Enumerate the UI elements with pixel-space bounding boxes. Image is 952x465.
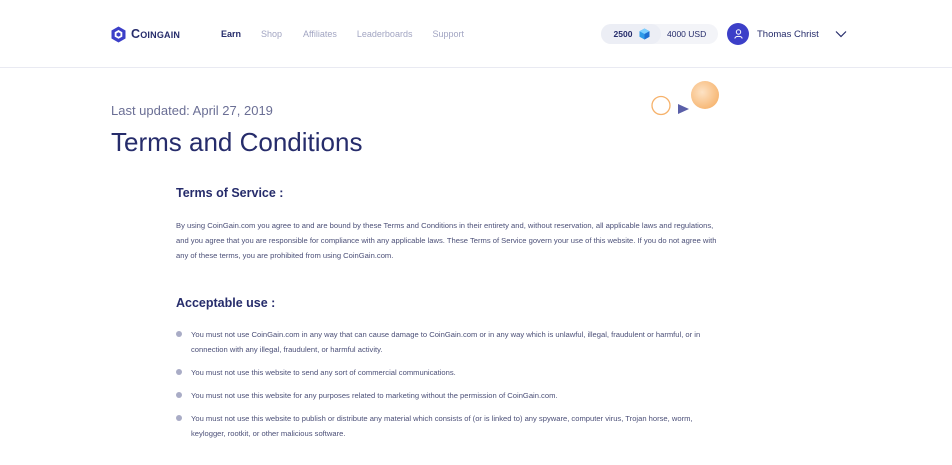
nav-leaderboards[interactable]: Leaderboards (357, 29, 413, 40)
list-item: You must not use this website to send an… (176, 365, 776, 380)
terms-heading: Terms of Service : (176, 186, 284, 200)
item-line: You must not use this website for any pu… (191, 391, 558, 400)
terms-line: By using CoinGain.com you agree to and a… (176, 221, 714, 230)
last-updated: Last updated: April 27, 2019 (111, 103, 273, 118)
cube-logo-icon (111, 26, 126, 42)
user-icon (733, 29, 743, 39)
coin-balance: 2500 (601, 24, 661, 44)
bullet-icon (176, 369, 182, 375)
deco-orb (691, 81, 719, 109)
nav-shop[interactable]: Shop (261, 29, 282, 40)
wallet-balance[interactable]: 2500 4000 USD (601, 24, 718, 44)
terms-paragraph: By using CoinGain.com you agree to and a… (176, 218, 776, 263)
acceptable-heading: Acceptable use : (176, 296, 276, 310)
logo-text: Coingain (131, 27, 181, 41)
item-line: You must not use this website to publish… (191, 414, 693, 423)
deco-triangle (678, 104, 689, 114)
nav-support[interactable]: Support (432, 29, 464, 40)
deco-ring (651, 95, 671, 116)
list-item: You must not use CoinGain.com in any way… (176, 327, 776, 357)
coingain-logo[interactable]: Coingain (111, 25, 180, 43)
chevron-down-icon[interactable] (834, 29, 848, 39)
main-nav: Earn Shop Affiliates Leaderboards Suppor… (221, 29, 484, 40)
coin-amount: 2500 (613, 29, 633, 39)
page-title: Terms and Conditions (111, 127, 363, 157)
avatar[interactable] (727, 23, 749, 45)
terms-line: and you agree that you are responsible f… (176, 236, 717, 245)
nav-affiliates[interactable]: Affiliates (303, 29, 337, 40)
item-line: keylogger, rootkit, or other malicious s… (191, 429, 346, 438)
top-header: Coingain Earn Shop Affiliates Leaderboar… (0, 0, 952, 68)
acceptable-list: You must not use CoinGain.com in any way… (176, 327, 776, 449)
item-line: You must not use CoinGain.com in any way… (191, 330, 701, 339)
item-line: connection with any illegal, fraudulent,… (191, 345, 383, 354)
list-item: You must not use this website to publish… (176, 411, 776, 441)
list-item: You must not use this website for any pu… (176, 388, 776, 403)
usd-amount: 4000 USD (667, 29, 707, 39)
bullet-icon (176, 331, 182, 337)
bullet-icon (176, 392, 182, 398)
decorative-shapes (651, 81, 719, 116)
bullet-icon (176, 415, 182, 421)
user-name[interactable]: Thomas Christ (757, 29, 819, 40)
item-line: You must not use this website to send an… (191, 368, 456, 377)
terms-line: any of these terms, you are prohibited f… (176, 251, 394, 260)
gem-icon (639, 28, 650, 40)
nav-earn[interactable]: Earn (221, 29, 241, 40)
